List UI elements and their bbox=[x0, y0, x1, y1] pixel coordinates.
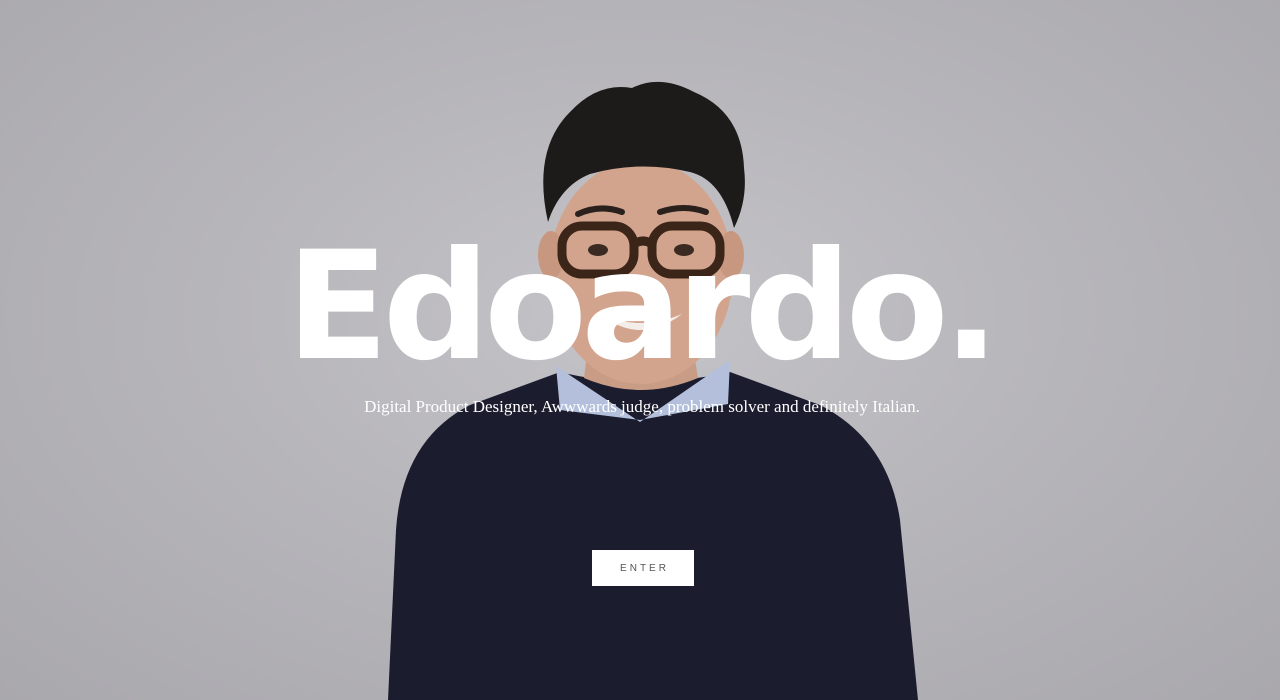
sweater bbox=[388, 372, 918, 700]
hero-section: Edoardo. Digital Product Designer, Awwwa… bbox=[0, 0, 1280, 700]
hero-title: Edoardo. bbox=[286, 220, 1000, 394]
hero-subtitle: Digital Product Designer, Awwwards judge… bbox=[364, 397, 920, 416]
enter-button[interactable]: ENTER bbox=[592, 550, 694, 586]
